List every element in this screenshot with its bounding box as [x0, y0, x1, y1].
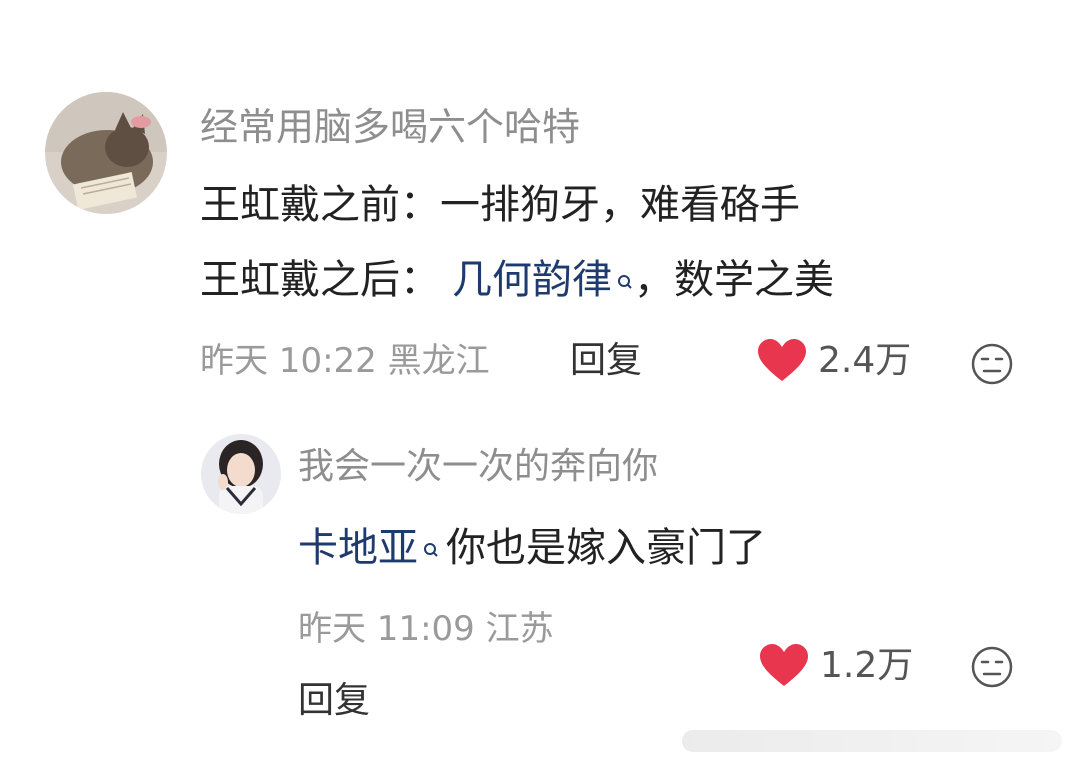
- comment-location: 黑龙江: [387, 341, 490, 381]
- search-link[interactable]: 几何韵律: [452, 257, 634, 303]
- heart-icon: [760, 644, 808, 688]
- search-icon: [422, 525, 440, 575]
- neutral-face-icon[interactable]: [970, 645, 1014, 689]
- comment-like-count: 2.4万: [818, 340, 912, 381]
- reply-like-button[interactable]: 1.2万: [760, 643, 913, 689]
- neutral-face-icon[interactable]: [970, 342, 1014, 386]
- reply-like-count: 1.2万: [820, 645, 914, 686]
- comment-text-suffix: ，数学之美: [634, 257, 834, 303]
- search-link[interactable]: 卡地亚: [298, 525, 440, 571]
- reply-meta: 昨天 11:09 江苏: [298, 606, 554, 652]
- comment-meta: 昨天 10:22 黑龙江: [200, 338, 490, 384]
- comment-like-button[interactable]: 2.4万: [758, 338, 911, 384]
- comment-text-prefix: 王虹戴之后：: [200, 257, 440, 303]
- watermark: [682, 730, 1062, 752]
- comment-avatar[interactable]: [45, 92, 167, 214]
- reply-text-body: 你也是嫁入豪门了: [446, 525, 766, 571]
- reply-avatar[interactable]: [201, 434, 281, 514]
- comment-time: 昨天 10:22: [200, 341, 377, 381]
- reply-location: 江苏: [485, 609, 554, 649]
- search-link-label: 卡地亚: [298, 525, 418, 571]
- reply-reply-button[interactable]: 回复: [298, 678, 370, 724]
- reply-text: 卡地亚 你也是嫁入豪门了: [298, 523, 766, 575]
- comment-reply-button[interactable]: 回复: [570, 338, 642, 384]
- search-icon: [616, 257, 634, 307]
- reply-time: 昨天 11:09: [298, 609, 475, 649]
- comment-username[interactable]: 经常用脑多喝六个哈特: [200, 104, 580, 150]
- heart-icon: [758, 339, 806, 383]
- search-link-label: 几何韵律: [452, 257, 612, 303]
- comment-text-line-1: 王虹戴之前：一排狗牙，难看硌手: [200, 182, 800, 228]
- reply-username[interactable]: 我会一次一次的奔向你: [298, 444, 658, 490]
- comment-text-line-2: 王虹戴之后： 几何韵律 ，数学之美: [200, 255, 834, 307]
